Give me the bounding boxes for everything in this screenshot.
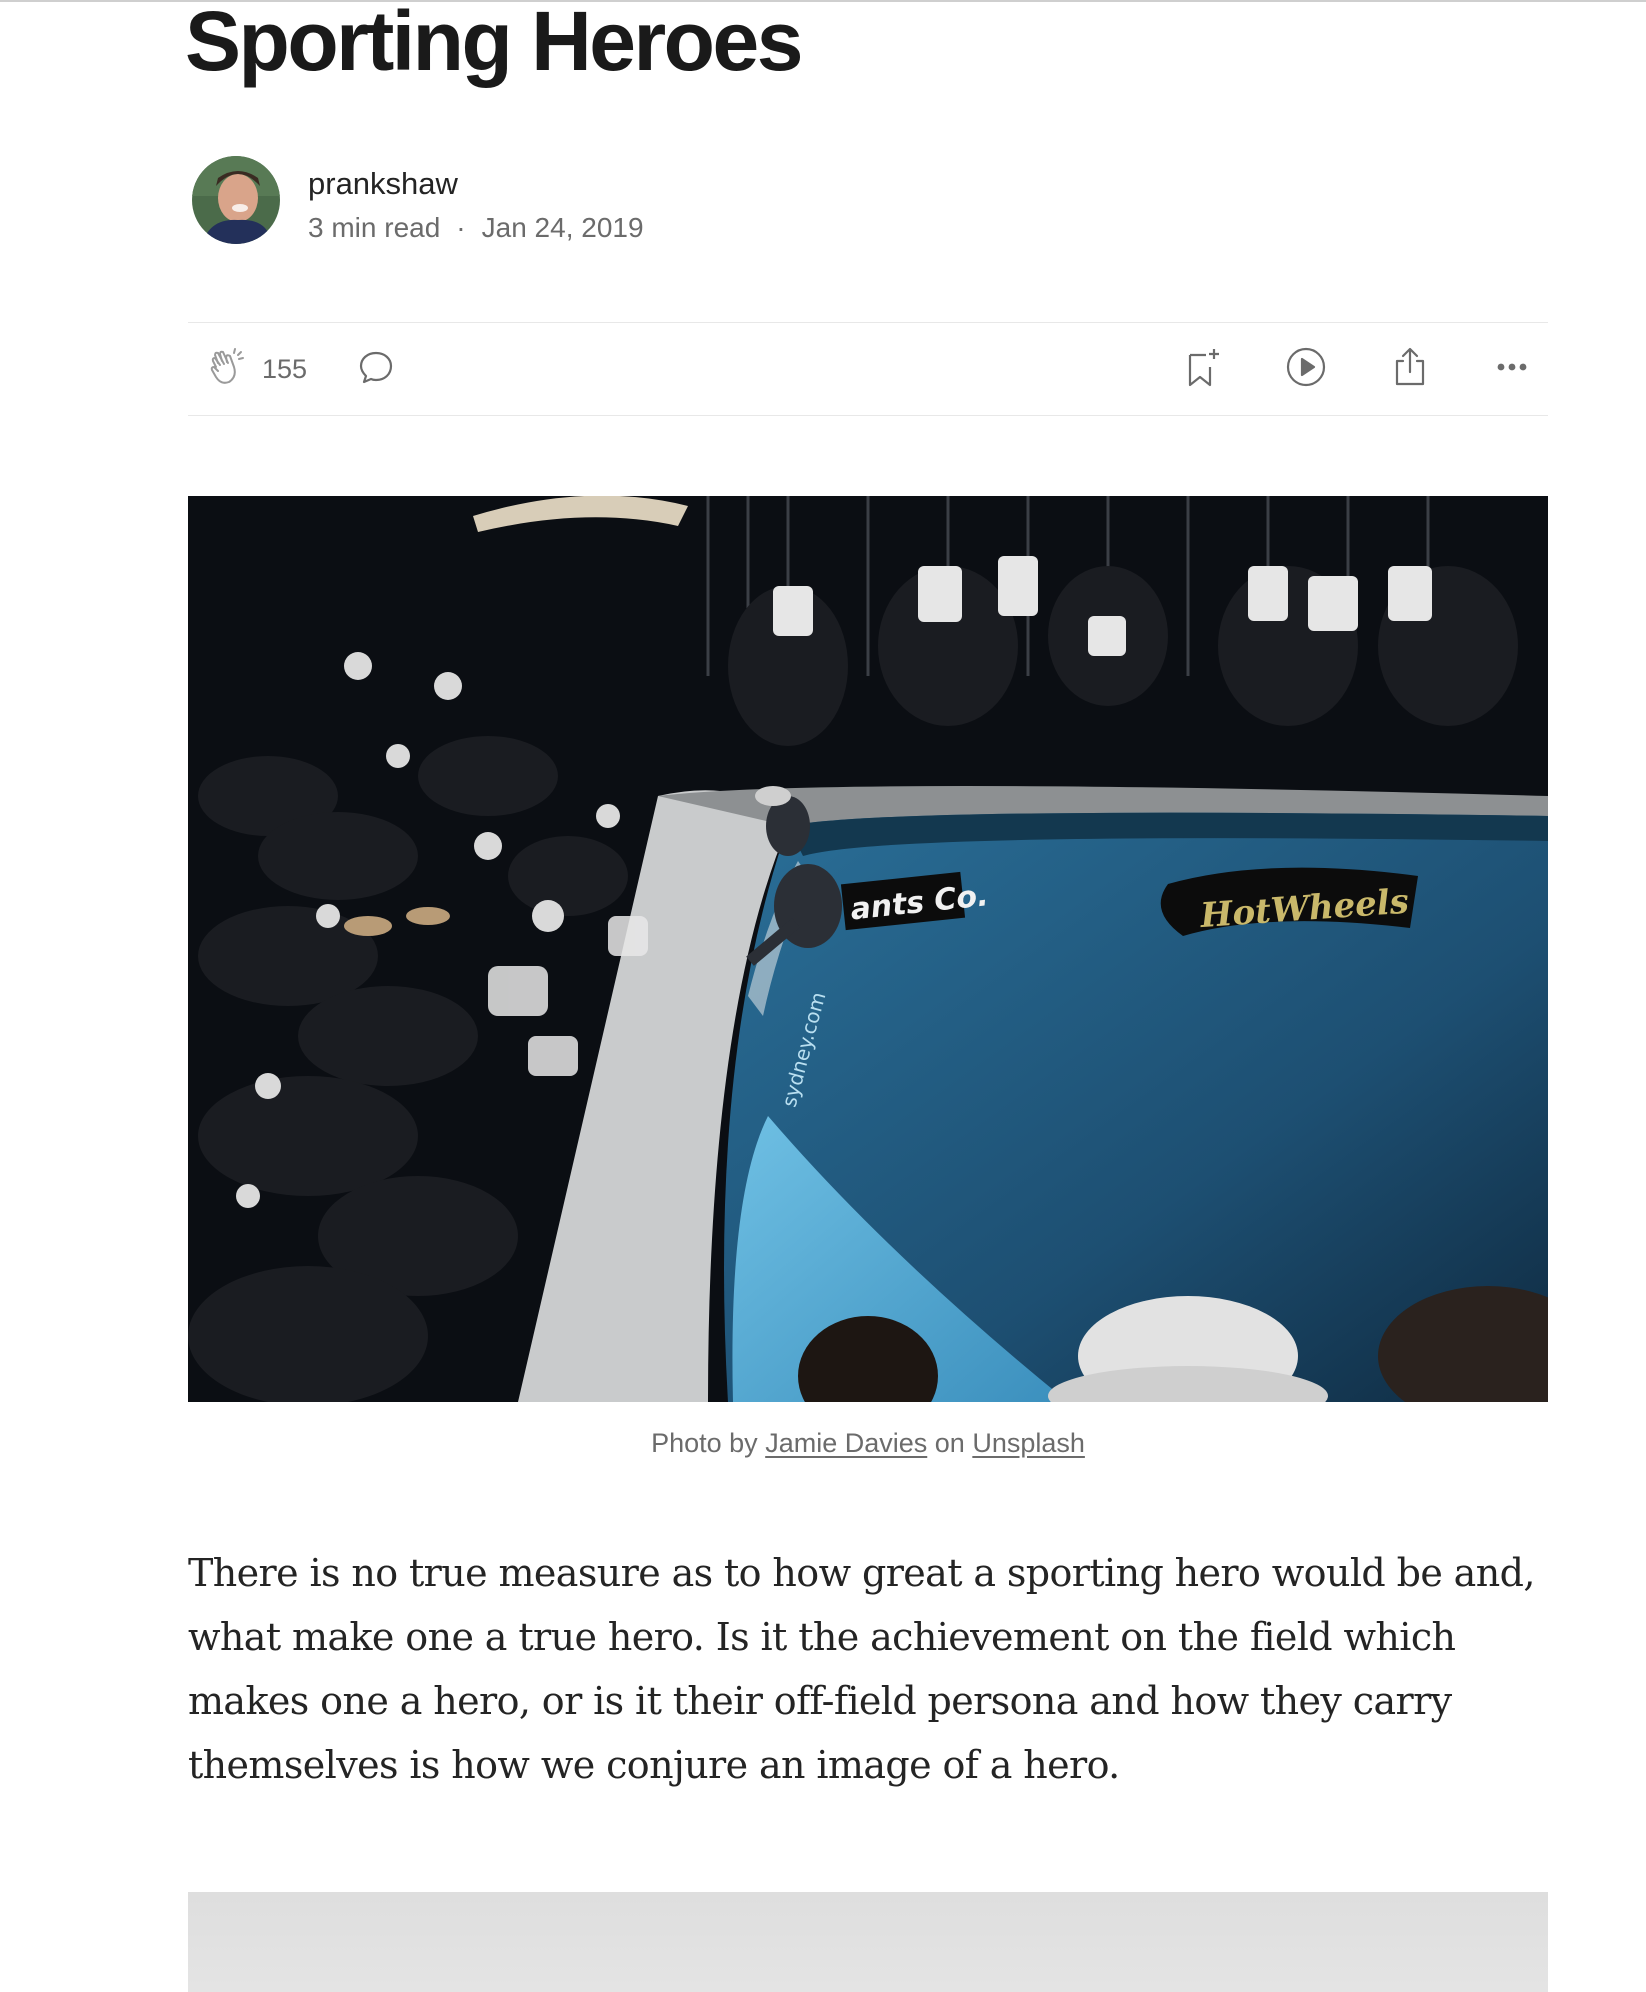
share-icon bbox=[1388, 345, 1432, 394]
author-name[interactable]: prankshaw bbox=[308, 166, 458, 202]
action-bar: 155 bbox=[188, 322, 1548, 416]
photographer-link[interactable]: Jamie Davies bbox=[765, 1428, 927, 1458]
article-meta: 3 min read · Jan 24, 2019 bbox=[308, 212, 644, 244]
listen-icon bbox=[1284, 345, 1328, 394]
next-image-placeholder bbox=[188, 1892, 1548, 1992]
more-button[interactable] bbox=[1490, 345, 1534, 393]
unsplash-link[interactable]: Unsplash bbox=[972, 1428, 1085, 1458]
image-caption: Photo by Jamie Davies on Unsplash bbox=[188, 1428, 1548, 1459]
clap-icon bbox=[204, 345, 248, 394]
bookmark-button[interactable] bbox=[1180, 345, 1224, 393]
page-title: Sporting Heroes bbox=[185, 0, 803, 88]
comment-icon bbox=[354, 345, 398, 394]
bookmark-icon bbox=[1180, 343, 1224, 396]
more-icon bbox=[1490, 345, 1534, 394]
listen-button[interactable] bbox=[1284, 345, 1328, 393]
publish-date: Jan 24, 2019 bbox=[481, 212, 644, 243]
caption-prefix: Photo by bbox=[651, 1428, 758, 1458]
meta-separator: · bbox=[456, 212, 466, 243]
read-time: 3 min read bbox=[308, 212, 441, 243]
caption-mid: on bbox=[934, 1428, 965, 1458]
clap-button[interactable]: 155 bbox=[204, 345, 307, 393]
article-paragraph: There is no true measure as to how great… bbox=[188, 1551, 1535, 1787]
avatar[interactable] bbox=[192, 156, 280, 244]
author-row: prankshaw 3 min read · Jan 24, 2019 bbox=[192, 156, 892, 248]
clap-count: 155 bbox=[262, 353, 308, 384]
share-button[interactable] bbox=[1388, 345, 1432, 393]
comment-button[interactable] bbox=[354, 345, 398, 393]
hero-image: ants Co. HotWheels sydney.com bbox=[188, 496, 1548, 1402]
